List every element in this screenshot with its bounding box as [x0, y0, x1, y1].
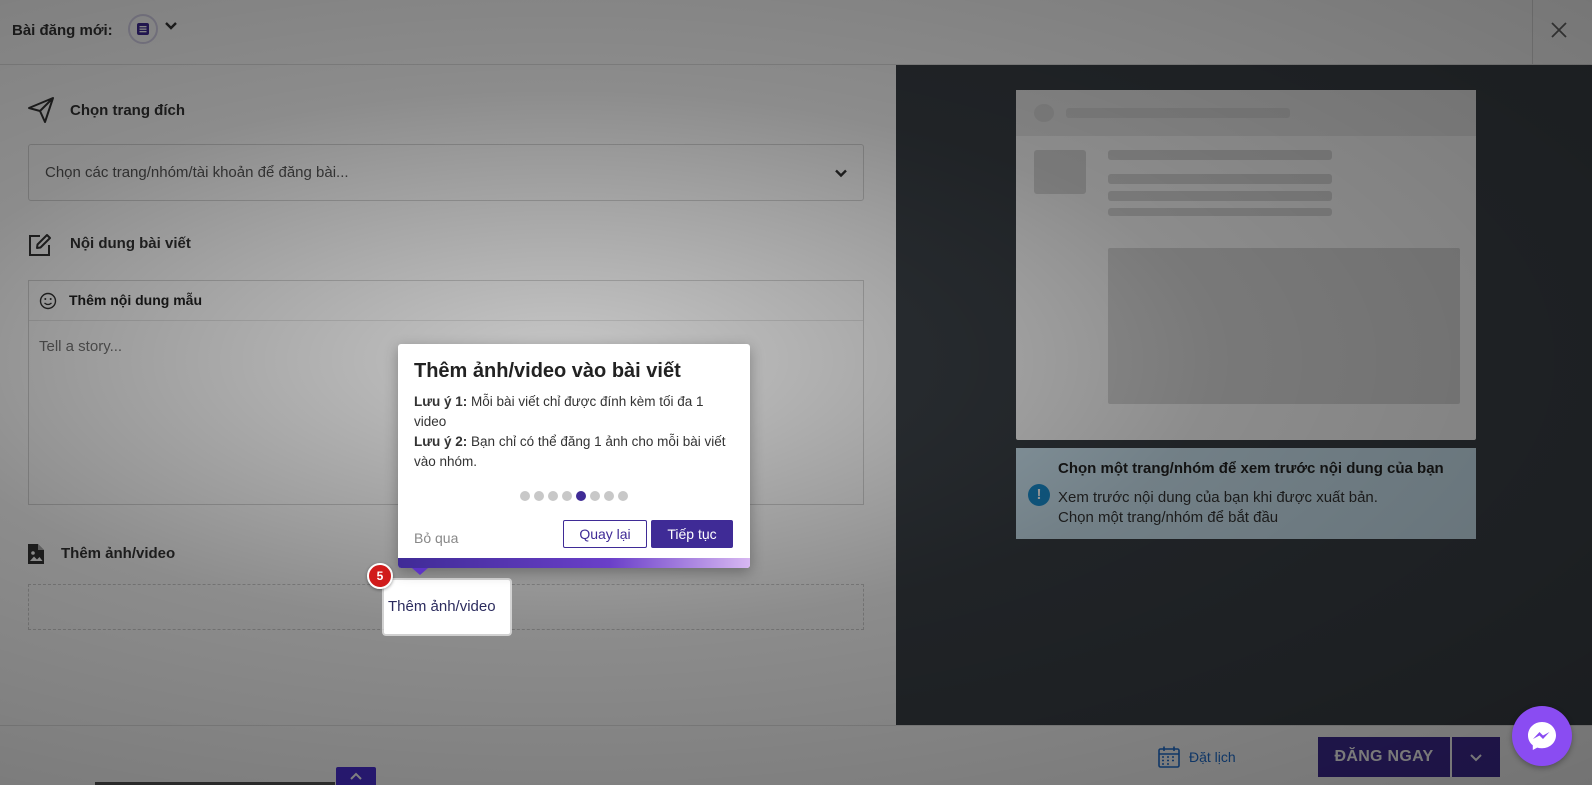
tour-dot[interactable]	[576, 491, 586, 501]
info-line-2: Chọn một trang/nhóm để bắt đầu	[1058, 509, 1279, 526]
tour-body: Lưu ý 1: Mỗi bài viết chỉ được đính kèm …	[414, 392, 738, 472]
tour-note-2: Lưu ý 2: Bạn chỉ có thể đăng 1 ảnh cho m…	[414, 432, 738, 472]
editor-toolbar: Thêm nội dung mẫu	[29, 281, 863, 321]
tour-back-button[interactable]: Quay lại	[563, 520, 647, 548]
preview-card-skeleton	[1016, 90, 1476, 440]
tour-dot[interactable]	[590, 491, 600, 501]
calendar-icon[interactable]	[1157, 745, 1181, 769]
post-options-button[interactable]	[1452, 737, 1500, 777]
page-title: Bài đăng mới:	[12, 22, 113, 39]
tour-highlight-label: Thêm ảnh/video	[388, 598, 496, 615]
messenger-icon	[1528, 722, 1556, 750]
preview-card-header	[1016, 90, 1476, 136]
post-now-button[interactable]: ĐĂNG NGAY	[1318, 737, 1450, 777]
content-heading: Nội dung bài viết	[70, 235, 191, 252]
tour-step-badge: 5	[367, 563, 393, 589]
tour-pointer	[412, 568, 428, 575]
tour-dot[interactable]	[534, 491, 544, 501]
send-icon	[28, 97, 54, 123]
tour-note-1: Lưu ý 1: Mỗi bài viết chỉ được đính kèm …	[414, 392, 738, 432]
chevron-down-icon	[835, 169, 847, 178]
tour-progress-dots	[520, 488, 632, 501]
image-file-icon	[28, 544, 44, 564]
tour-skip-link[interactable]: Bỏ qua	[414, 530, 458, 546]
info-title: Chọn một trang/nhóm để xem trước nội dun…	[1058, 460, 1444, 477]
template-button[interactable]: Thêm nội dung mẫu	[69, 292, 202, 308]
close-icon[interactable]	[1550, 21, 1568, 39]
chevron-up-icon	[350, 772, 362, 780]
tour-title: Thêm ảnh/video vào bài viết	[414, 360, 681, 382]
target-heading: Chọn trang đích	[70, 102, 185, 119]
tour-dot[interactable]	[520, 491, 530, 501]
target-select-placeholder: Chọn các trang/nhóm/tài khoản để đăng bà…	[45, 164, 349, 181]
info-line-1: Xem trước nội dung của bạn khi được xuất…	[1058, 489, 1378, 506]
chevron-down-icon[interactable]	[165, 21, 177, 31]
account-avatar-icon	[137, 23, 149, 35]
edit-icon	[29, 234, 51, 256]
media-heading: Thêm ảnh/video	[61, 545, 176, 562]
target-select[interactable]: Chọn các trang/nhóm/tài khoản để đăng bà…	[28, 144, 864, 201]
tour-dot[interactable]	[562, 491, 572, 501]
tour-stripe	[398, 558, 750, 568]
collapse-toggle[interactable]	[336, 767, 376, 785]
account-selector[interactable]	[128, 14, 158, 44]
preview-info-box: ! Chọn một trang/nhóm để xem trước nội d…	[1016, 448, 1476, 539]
tour-next-button[interactable]: Tiếp tục	[651, 520, 733, 548]
tour-note-1-label: Lưu ý 1:	[414, 394, 468, 409]
messenger-button[interactable]	[1512, 706, 1572, 766]
info-icon: !	[1028, 484, 1050, 506]
tour-note-2-label: Lưu ý 2:	[414, 434, 468, 449]
chevron-down-icon	[1470, 753, 1482, 761]
emoji-icon[interactable]	[39, 292, 57, 310]
header-bar: Bài đăng mới:	[0, 0, 1592, 65]
tour-popover: Thêm ảnh/video vào bài viết Lưu ý 1: Mỗi…	[398, 344, 750, 568]
tour-highlight[interactable]: Thêm ảnh/video	[384, 580, 510, 634]
tour-dot[interactable]	[618, 491, 628, 501]
schedule-button[interactable]: Đặt lịch	[1189, 749, 1236, 765]
divider	[1532, 0, 1533, 64]
tour-dot[interactable]	[548, 491, 558, 501]
tour-dot[interactable]	[604, 491, 614, 501]
